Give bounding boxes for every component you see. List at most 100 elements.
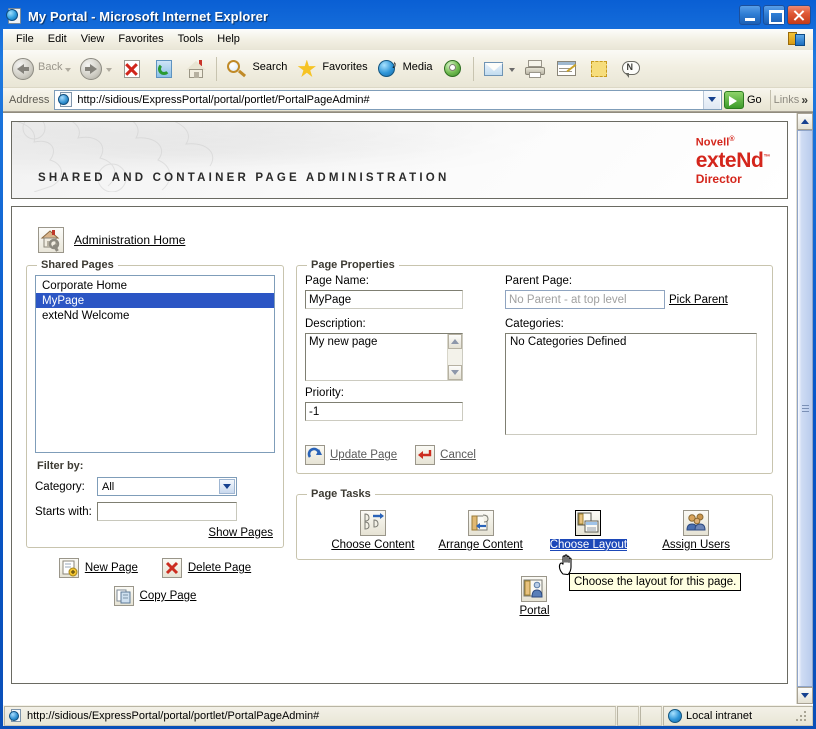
copy-page-button[interactable]: Copy Page — [113, 586, 197, 606]
mail-chevron-down-icon[interactable] — [508, 68, 515, 72]
scroll-up-button[interactable] — [797, 113, 813, 130]
filter-by-header: Filter by: — [37, 460, 84, 472]
print-button[interactable] — [519, 52, 551, 86]
list-item[interactable]: Corporate Home — [36, 278, 274, 293]
back-history-chevron-down-icon[interactable] — [65, 68, 72, 72]
favorites-button[interactable]: Favorites — [291, 52, 371, 86]
copy-page-label[interactable]: Copy Page — [140, 590, 197, 602]
assign-users-task[interactable]: Assign Users — [648, 510, 744, 551]
delete-page-label[interactable]: Delete Page — [188, 562, 251, 574]
page-properties-left: Page Name: MyPage Description: My new pa… — [305, 275, 505, 435]
window-title: My Portal - Microsoft Internet Explorer — [28, 8, 269, 24]
menu-item-view[interactable]: View — [74, 31, 112, 47]
cancel-button[interactable]: Cancel — [415, 445, 476, 465]
messenger-button[interactable]: N — [615, 52, 647, 86]
favorites-star-icon — [295, 57, 319, 81]
forward-button[interactable] — [75, 52, 116, 86]
back-button[interactable]: Back — [7, 52, 75, 86]
scroll-up-icon[interactable] — [448, 334, 462, 349]
status-zone-pane: Local intranet — [663, 705, 813, 726]
refresh-button[interactable] — [148, 52, 180, 86]
starts-with-input[interactable] — [97, 502, 237, 521]
starts-with-filter-row: Starts with: — [35, 502, 275, 521]
scrollbar-track[interactable] — [797, 130, 813, 687]
address-input[interactable]: http://sidious/ExpressPortal/portal/port… — [54, 89, 722, 110]
close-button[interactable] — [787, 5, 811, 25]
portal-link[interactable]: Portal — [519, 576, 550, 617]
page-name-input[interactable]: MyPage — [305, 290, 463, 309]
scrollbar-thumb[interactable] — [797, 130, 813, 687]
shared-pages-legend: Shared Pages — [41, 259, 114, 271]
show-pages-link[interactable]: Show Pages — [35, 527, 275, 539]
forward-icon — [79, 57, 103, 81]
arrange-content-task[interactable]: Arrange Content — [433, 510, 529, 551]
list-item[interactable]: MyPage — [36, 293, 274, 308]
links-label[interactable]: Links — [774, 94, 802, 106]
list-item[interactable]: exteNd Welcome — [36, 308, 274, 323]
notes-button[interactable] — [583, 52, 615, 86]
menu-item-file[interactable]: File — [9, 31, 41, 47]
menu-item-tools[interactable]: Tools — [171, 31, 211, 47]
minimize-button[interactable] — [739, 5, 761, 25]
arrange-content-label[interactable]: Arrange Content — [438, 539, 522, 551]
maximize-button[interactable] — [763, 5, 785, 25]
page-properties-legend: Page Properties — [311, 259, 395, 271]
assign-users-label[interactable]: Assign Users — [662, 539, 730, 551]
page-tasks-legend: Page Tasks — [311, 488, 371, 500]
chevron-down-icon[interactable] — [219, 479, 235, 494]
administration-home-label[interactable]: Administration Home — [74, 233, 185, 247]
description-textarea[interactable]: My new page — [305, 333, 463, 381]
description-label: Description: — [305, 318, 366, 330]
history-button[interactable] — [437, 52, 469, 86]
page-vertical-scrollbar[interactable] — [796, 113, 813, 704]
ie-window: My Portal - Microsoft Internet Explorer … — [0, 0, 816, 729]
choose-content-task[interactable]: Choose Content — [325, 510, 421, 551]
menu-item-edit[interactable]: Edit — [41, 31, 74, 47]
menu-item-favorites[interactable]: Favorites — [111, 31, 170, 47]
choose-content-label[interactable]: Choose Content — [331, 539, 414, 551]
description-scrollbar[interactable] — [447, 334, 462, 380]
history-icon — [441, 57, 465, 81]
parent-page-input[interactable]: No Parent - at top level — [505, 290, 665, 309]
choose-layout-task[interactable]: Choose Layout — [540, 510, 636, 551]
scroll-down-button[interactable] — [797, 687, 813, 704]
priority-input[interactable]: -1 — [305, 402, 463, 421]
update-page-button[interactable]: Update Page — [305, 445, 397, 465]
scroll-down-icon[interactable] — [448, 365, 462, 380]
notes-icon — [587, 57, 611, 81]
menu-item-help[interactable]: Help — [210, 31, 247, 47]
portal-label[interactable]: Portal — [519, 605, 549, 617]
home-icon — [184, 57, 208, 81]
update-page-label[interactable]: Update Page — [330, 449, 397, 461]
home-button[interactable] — [180, 52, 212, 86]
forward-history-chevron-down-icon[interactable] — [106, 68, 113, 72]
choose-layout-label[interactable]: Choose Layout — [549, 539, 628, 551]
status-bar: http://sidious/ExpressPortal/portal/port… — [3, 704, 813, 726]
media-button[interactable]: ♪ Media — [372, 52, 437, 86]
administration-home-link[interactable]: Administration Home — [38, 227, 777, 253]
links-overflow-chevron-icon[interactable]: » — [801, 93, 811, 107]
search-button[interactable]: Search — [221, 52, 291, 86]
stop-button[interactable] — [116, 52, 148, 86]
page-add-icon — [58, 558, 79, 578]
resize-grip-icon[interactable] — [794, 709, 808, 723]
go-button[interactable]: Go — [722, 89, 767, 111]
edit-button[interactable] — [551, 52, 583, 86]
address-chevron-down-icon[interactable] — [702, 90, 720, 109]
cancel-label[interactable]: Cancel — [440, 449, 476, 461]
search-label: Search — [252, 61, 288, 73]
mail-button[interactable] — [478, 52, 519, 86]
title-bar[interactable]: My Portal - Microsoft Internet Explorer — [3, 3, 813, 29]
status-zone: Local intranet — [686, 709, 753, 722]
category-select[interactable]: All — [97, 477, 237, 496]
categories-label: Categories: — [505, 318, 564, 330]
new-page-button[interactable]: New Page — [58, 558, 138, 578]
shared-pages-listbox[interactable]: Corporate Home MyPage exteNd Welcome — [35, 275, 275, 453]
scrollbar-grip-icon — [801, 405, 809, 412]
address-value[interactable]: http://sidious/ExpressPortal/portal/port… — [77, 94, 703, 106]
categories-listbox[interactable]: No Categories Defined — [505, 333, 757, 435]
page-actions: New Page Delete Page Copy Page — [26, 558, 284, 606]
delete-page-button[interactable]: Delete Page — [161, 558, 251, 578]
pick-parent-link[interactable]: Pick Parent — [669, 294, 728, 306]
new-page-label[interactable]: New Page — [85, 562, 138, 574]
